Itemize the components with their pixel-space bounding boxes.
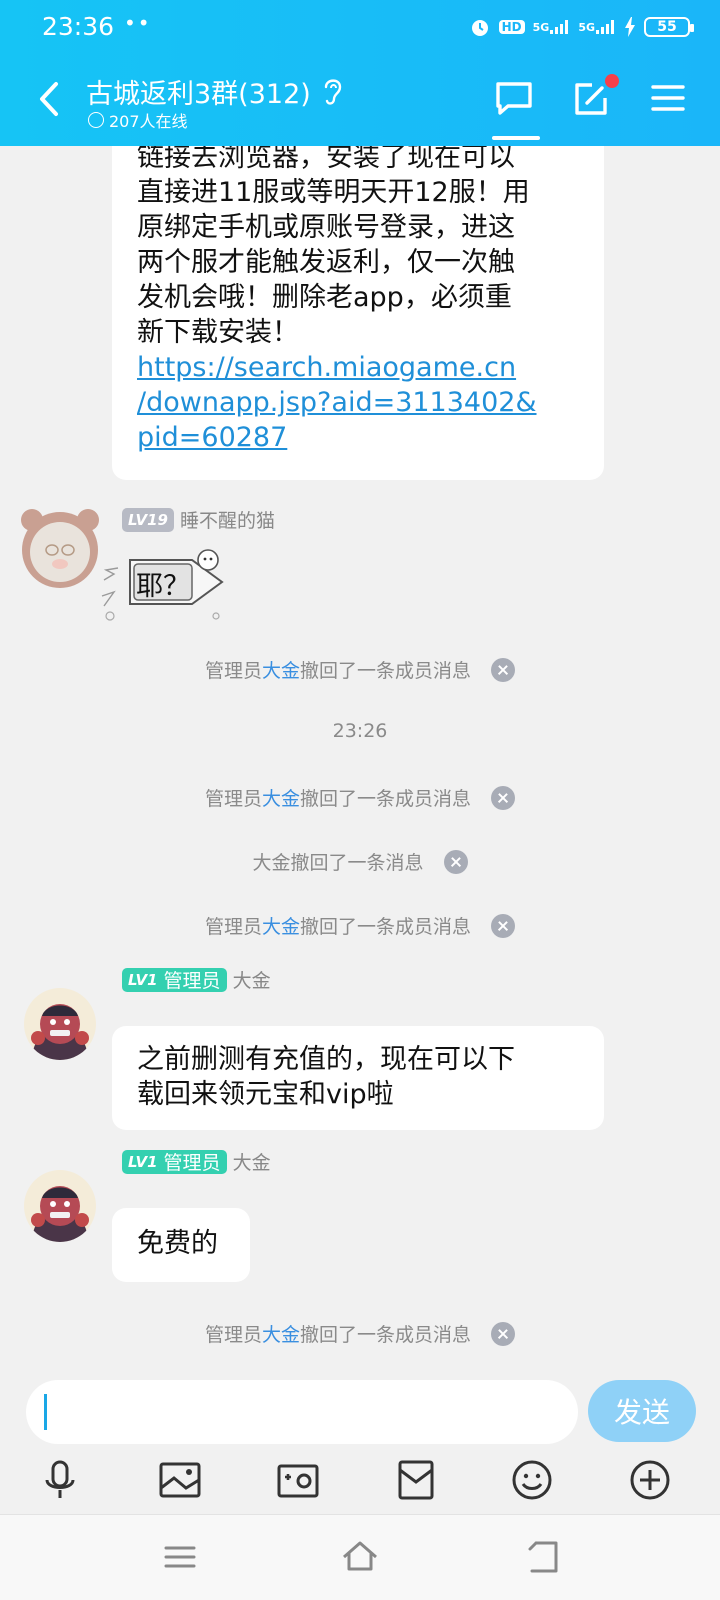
signal-5g-icon: 5G	[533, 20, 571, 34]
recall-notice: 管理员大金撤回了一条成员消息	[0, 656, 720, 684]
status-time: 23:36	[42, 12, 115, 41]
image-icon[interactable]	[158, 1458, 202, 1502]
ear-icon[interactable]	[320, 74, 346, 108]
role-badge: 管理员	[163, 970, 221, 992]
message-text: 之前删测有充值的，现在可以下 载回来领元宝和vip啦	[137, 1044, 515, 1110]
system-nav-bar	[0, 1514, 720, 1600]
send-button[interactable]: 发送	[588, 1380, 696, 1442]
battery-icon: 55	[644, 17, 694, 37]
admin-link[interactable]: 大金	[262, 1324, 300, 1346]
level-badge: LV1 管理员	[122, 1149, 227, 1174]
close-icon[interactable]	[491, 785, 516, 810]
avatar[interactable]	[24, 988, 96, 1060]
message-bubble[interactable]: 免费的	[112, 1208, 250, 1282]
recall-notice: 大金撤回了一条消息	[0, 848, 720, 876]
recall-notice: 管理员大金撤回了一条成员消息	[0, 912, 720, 940]
avatar[interactable]	[24, 1170, 96, 1242]
plus-icon[interactable]	[628, 1458, 672, 1502]
close-icon[interactable]	[491, 1321, 516, 1346]
menu-icon[interactable]	[650, 82, 686, 114]
active-tab-indicator	[492, 136, 540, 140]
alarm-icon	[471, 20, 488, 36]
level-badge: LV19	[122, 507, 174, 532]
admin-link[interactable]: 大金	[262, 660, 300, 682]
camera-icon[interactable]	[276, 1458, 320, 1502]
message-text: 链接去浏览器，安装了现在可以 直接进11服或等明天开12服！用 原绑定手机或原账…	[137, 140, 580, 455]
online-count: 207人在线	[88, 108, 188, 132]
online-icon	[88, 112, 104, 128]
top-bar: 23:36 •• HD 5G 5G 55 古城返利3群(312) 207人在线	[0, 0, 720, 146]
recall-notice: 管理员大金撤回了一条成员消息	[0, 784, 720, 812]
status-dots: ••	[124, 11, 152, 35]
message-text: 免费的	[137, 1228, 218, 1259]
signal-5g-icon-2: 5G	[578, 20, 616, 34]
timestamp: 23:26	[332, 720, 388, 742]
sender-name[interactable]: 睡不醒的猫	[180, 506, 275, 533]
level-badge: LV1 管理员	[122, 967, 227, 992]
admin-link[interactable]: 大金	[262, 916, 300, 938]
input-area: 发送	[0, 1364, 720, 1514]
admin-avatar	[24, 1170, 96, 1242]
sender-info: LV19 睡不醒的猫	[122, 506, 275, 533]
sticker-bubble[interactable]: 耶？	[100, 540, 232, 624]
message-bubble[interactable]: 之前删测有充值的，现在可以下 载回来领元宝和vip啦	[112, 1026, 604, 1130]
status-icons: HD 5G 5G 55	[469, 16, 694, 38]
sender-info: LV1 管理员 大金	[122, 966, 271, 993]
message-bubble[interactable]: 链接去浏览器，安装了现在可以 直接进11服或等明天开12服！用 原绑定手机或原账…	[112, 124, 604, 480]
edit-icon[interactable]	[572, 80, 610, 118]
message-input[interactable]	[26, 1380, 578, 1444]
home-icon[interactable]	[340, 1537, 380, 1577]
recent-apps-icon[interactable]	[160, 1537, 200, 1577]
sender-name[interactable]: 大金	[233, 1148, 271, 1175]
status-bar: 23:36 •• HD 5G 5G 55	[0, 0, 720, 56]
back-icon[interactable]	[30, 74, 70, 124]
red-packet-icon[interactable]	[394, 1458, 438, 1502]
role-badge: 管理员	[163, 1152, 221, 1174]
avatar[interactable]	[18, 506, 102, 590]
group-title[interactable]: 古城返利3群(312)	[86, 72, 311, 111]
close-icon[interactable]	[491, 657, 516, 682]
charging-icon	[625, 17, 635, 37]
sender-name[interactable]: 大金	[233, 966, 271, 993]
admin-avatar	[24, 988, 96, 1060]
message-text: 耶？	[136, 571, 190, 602]
nav-bar: 古城返利3群(312) 207人在线	[0, 56, 720, 146]
text-caret	[44, 1394, 47, 1430]
bear-frame-avatar	[21, 509, 99, 588]
close-icon[interactable]	[443, 849, 468, 874]
microphone-icon[interactable]	[38, 1458, 82, 1502]
recall-notice: 管理员大金撤回了一条成员消息	[0, 1320, 720, 1348]
close-icon[interactable]	[491, 913, 516, 938]
sender-info: LV1 管理员 大金	[122, 1148, 271, 1175]
emoji-icon[interactable]	[510, 1458, 554, 1502]
admin-link[interactable]: 大金	[262, 788, 300, 810]
message-link[interactable]: https://search.miaogame.cn /downapp.jsp?…	[137, 350, 580, 455]
chat-tab-icon[interactable]	[494, 80, 534, 116]
back-nav-icon[interactable]	[522, 1537, 562, 1577]
notification-dot	[605, 74, 619, 88]
hd-icon: HD	[498, 20, 525, 34]
